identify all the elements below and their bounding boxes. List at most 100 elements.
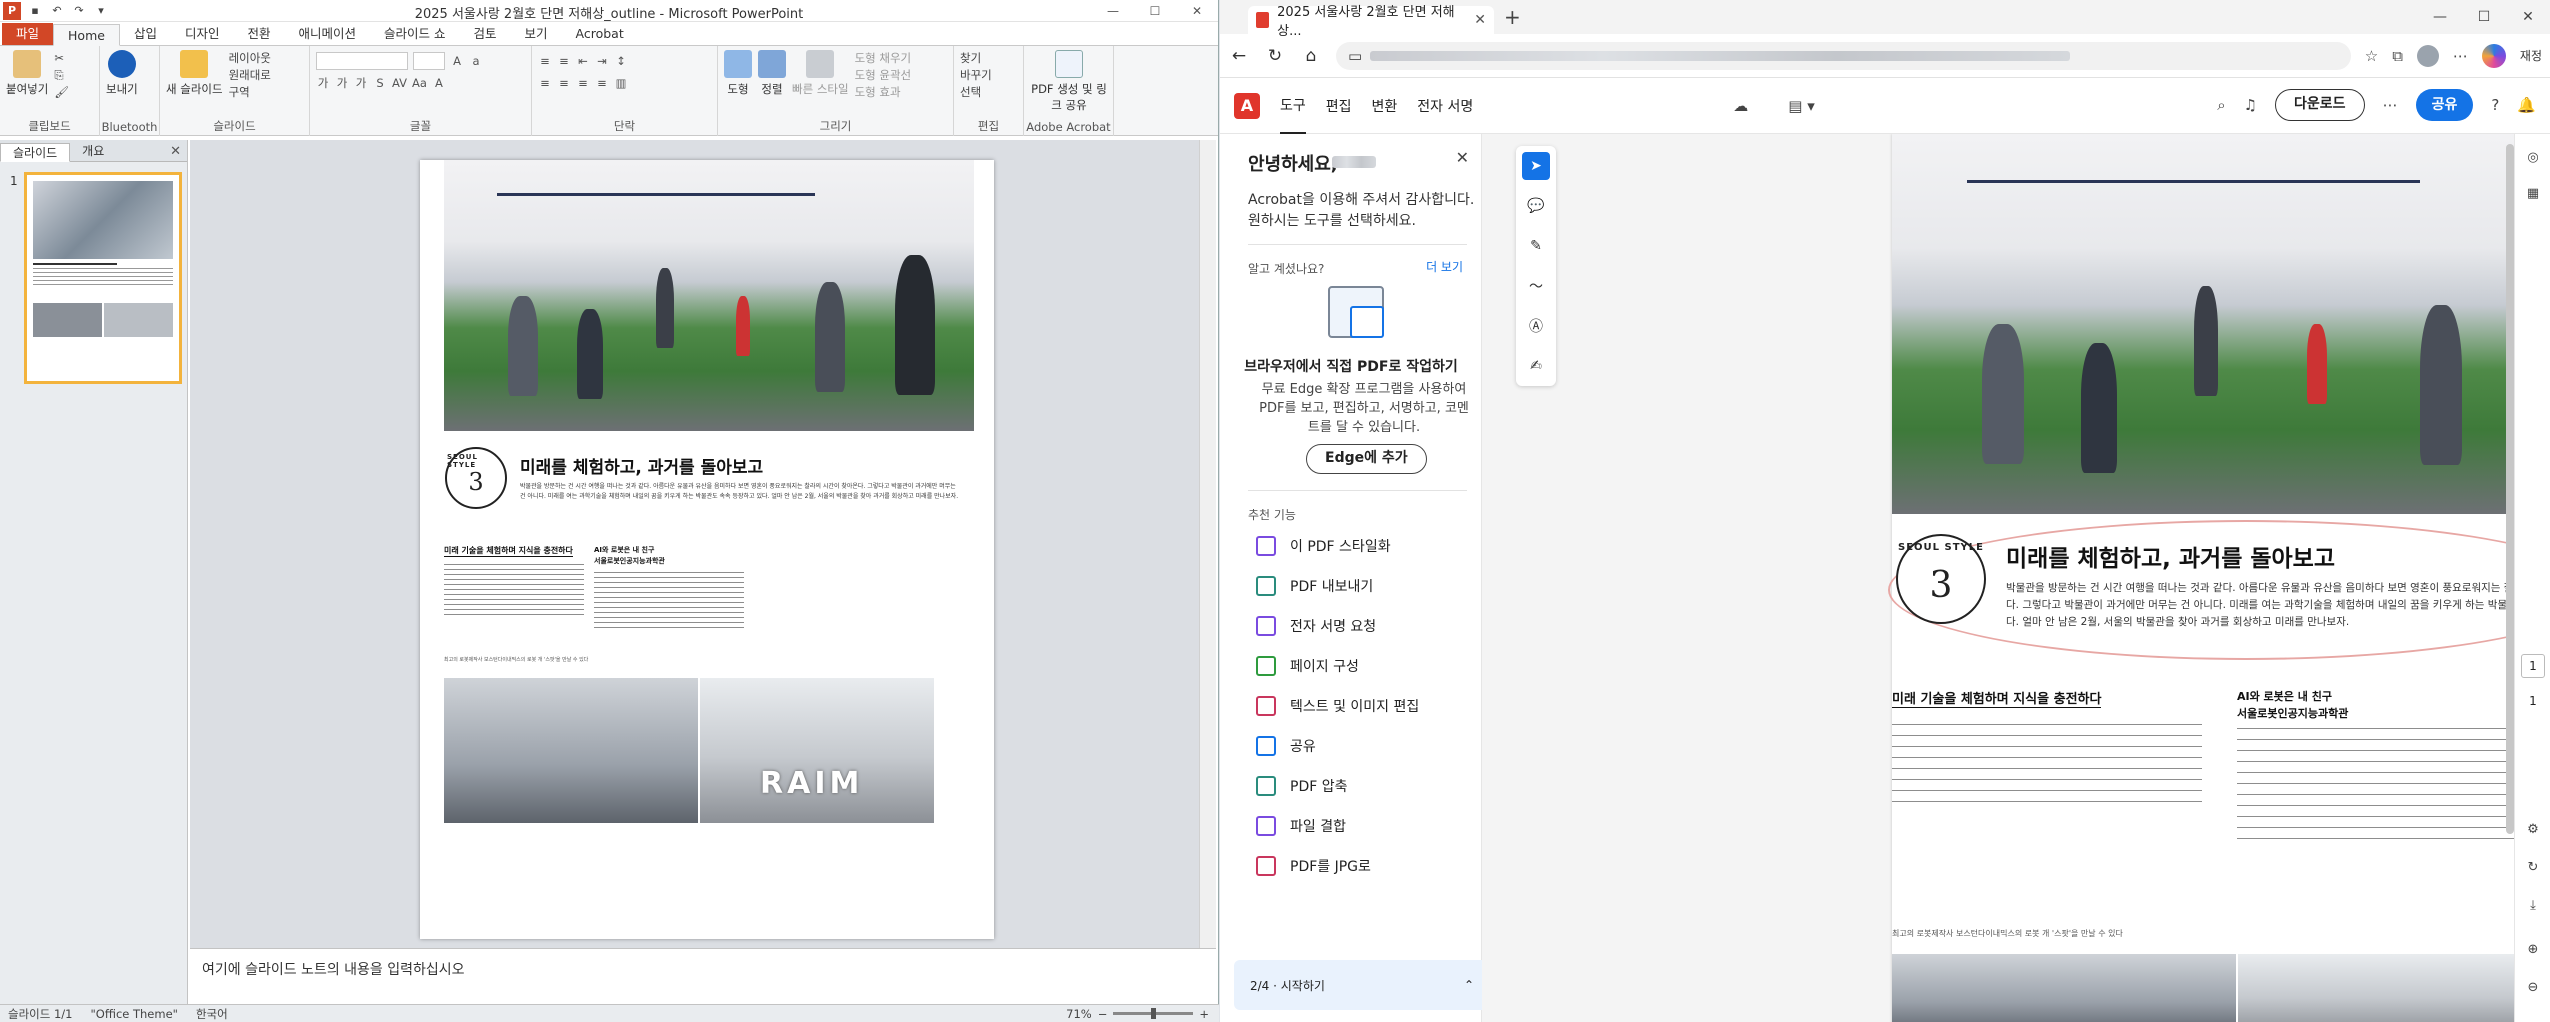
menu-edit[interactable]: 편집 [1326, 78, 1352, 134]
feature-combine[interactable]: 파일 결합 [1256, 816, 1346, 836]
font-size-input[interactable] [413, 52, 445, 70]
create-pdf-button[interactable]: PDF 생성 및 링크 공유 [1030, 50, 1108, 113]
browser-tab[interactable]: 2025 서울사랑 2월호 단면 저해상... ✕ [1248, 5, 1494, 39]
close-icon[interactable]: ✕ [2506, 0, 2550, 34]
ai-assistant-icon[interactable]: ◎ [2524, 150, 2542, 168]
search-icon[interactable]: ⌕ [2217, 96, 2225, 114]
back-icon[interactable]: ← [1228, 46, 1250, 66]
collections-icon[interactable]: ⧉ [2392, 47, 2403, 65]
decrease-indent-icon[interactable]: ⇤ [576, 54, 590, 68]
slide-scrollbar[interactable] [1199, 140, 1216, 948]
spacing-icon[interactable]: AV [392, 76, 407, 90]
shrink-font-icon[interactable]: a [469, 54, 483, 68]
bullets-icon[interactable]: ≡ [538, 54, 552, 68]
shapes-button[interactable]: 도형 [724, 50, 752, 97]
font-color-icon[interactable]: A [432, 76, 446, 90]
quick-styles-button[interactable]: 빠른 스타일 [792, 50, 849, 97]
url-input[interactable]: ▭ [1336, 41, 2351, 70]
home-icon[interactable]: ⌂ [1300, 46, 1322, 66]
more-link[interactable]: 더 보기 [1426, 258, 1463, 275]
help-icon[interactable]: ? [2491, 96, 2499, 114]
slide-canvas[interactable]: SEOUL STYLE 3 미래를 체험하고, 과거를 돌아보고 박물관을 방문… [420, 160, 994, 939]
zoom-in-icon[interactable]: + [1199, 1007, 1209, 1021]
text-box-icon[interactable]: Ⓐ [1522, 312, 1550, 340]
increase-indent-icon[interactable]: ⇥ [595, 54, 609, 68]
add-comment-icon[interactable]: 💬 [1522, 192, 1550, 220]
align-right-icon[interactable]: ≡ [576, 76, 590, 90]
replace-button[interactable]: 바꾸기 [960, 67, 1017, 84]
columns-icon[interactable]: ▥ [614, 76, 628, 90]
justify-icon[interactable]: ≡ [595, 76, 609, 90]
pdf-page[interactable]: SEOUL STYLE 3 미래를 체험하고, 과거를 돌아보고 박물관을 방문… [1888, 134, 2514, 1022]
download-page-icon[interactable]: ⤓ [2524, 898, 2542, 916]
favorites-icon[interactable]: ☆ [2365, 47, 2378, 65]
tab-view[interactable]: 보기 [511, 23, 562, 45]
grow-font-icon[interactable]: A [450, 54, 464, 68]
feature-export[interactable]: PDF 내보내기 [1256, 576, 1373, 596]
feature-stylize[interactable]: 이 PDF 스타일화 [1256, 536, 1391, 556]
read-aloud-icon[interactable]: ♫ [2244, 96, 2257, 114]
zoom-control[interactable]: 71% − + [1066, 1007, 1209, 1021]
document-menu-icon[interactable]: ▤ ▾ [1788, 97, 1814, 115]
new-tab-icon[interactable]: + [1504, 5, 1521, 29]
close-tab-icon[interactable]: ✕ [1474, 12, 1486, 28]
case-icon[interactable]: Aa [412, 76, 427, 90]
tab-file[interactable]: 파일 [2, 23, 54, 45]
tab-review[interactable]: 검토 [459, 23, 510, 45]
profile-avatar[interactable] [2416, 44, 2439, 67]
tab-slides[interactable]: 슬라이드 [0, 143, 71, 162]
align-left-icon[interactable]: ≡ [538, 76, 552, 90]
chevron-up-icon[interactable]: ⌃ [1464, 978, 1474, 992]
tab-slideshow[interactable]: 슬라이드 쇼 [370, 23, 459, 45]
pdf-scrollbar[interactable] [2506, 144, 2514, 834]
zoom-level[interactable]: 71% [1066, 1007, 1092, 1021]
undo-icon[interactable]: ↶ [49, 3, 65, 19]
tab-home[interactable]: Home [53, 24, 120, 46]
save-icon[interactable]: ▪ [27, 3, 43, 19]
share-button[interactable]: 공유 [2415, 89, 2474, 121]
align-center-icon[interactable]: ≡ [557, 76, 571, 90]
feature-request-sign[interactable]: 전자 서명 요청 [1256, 616, 1376, 636]
tab-acrobat[interactable]: Acrobat [562, 23, 638, 45]
menu-tools[interactable]: 도구 [1280, 78, 1306, 134]
download-button[interactable]: 다운로드 [2275, 89, 2365, 121]
page-number-input[interactable]: 1 [2521, 654, 2545, 678]
feature-compress[interactable]: PDF 압축 [1256, 776, 1348, 796]
shadow-icon[interactable]: S [373, 76, 387, 90]
acrobat-logo-icon[interactable]: A [1234, 92, 1260, 119]
italic-icon[interactable]: 가 [335, 75, 349, 91]
bold-icon[interactable]: 가 [316, 75, 330, 91]
page-thumbnails-icon[interactable]: ▦ [2524, 186, 2542, 204]
rotate-icon[interactable]: ↻ [2524, 860, 2542, 878]
tab-animations[interactable]: 애니메이션 [284, 23, 370, 45]
arrange-button[interactable]: 정렬 [758, 50, 786, 97]
select-button[interactable]: 선택 [960, 84, 1017, 101]
new-slide-button[interactable]: 새 슬라이드 [166, 50, 223, 97]
feature-pdf-to-jpg[interactable]: PDF를 JPG로 [1256, 856, 1371, 876]
add-to-edge-button[interactable]: Edge에 추가 [1306, 444, 1427, 474]
powerpoint-logo-icon[interactable]: P [3, 1, 21, 20]
font-name-input[interactable] [316, 52, 408, 70]
menu-convert[interactable]: 변환 [1372, 78, 1398, 134]
tab-insert[interactable]: 삽입 [120, 23, 171, 45]
tab-transitions[interactable]: 전환 [233, 23, 284, 45]
feature-organize[interactable]: 페이지 구성 [1256, 656, 1359, 676]
maximize-icon[interactable]: ☐ [2462, 0, 2506, 34]
tab-design[interactable]: 디자인 [171, 23, 234, 45]
copilot-icon[interactable] [2481, 43, 2506, 68]
bluetooth-send-button[interactable]: 보내기 [106, 50, 138, 97]
feature-edit[interactable]: 텍스트 및 이미지 편집 [1256, 696, 1419, 716]
highlight-pen-icon[interactable]: ✎ [1522, 232, 1550, 260]
close-icon[interactable]: ✕ [1176, 0, 1218, 22]
fill-sign-icon[interactable]: ✍ [1522, 352, 1550, 380]
minimize-icon[interactable]: — [2418, 0, 2462, 34]
zoom-out-icon[interactable]: ⊖ [2524, 980, 2542, 998]
minimize-icon[interactable]: — [1092, 0, 1134, 22]
getting-started-bar[interactable]: 2/4 · 시작하기 ⌃ [1234, 960, 1490, 1010]
close-panel-icon[interactable]: ✕ [1456, 148, 1469, 167]
sync-label[interactable]: 재정 [2520, 47, 2542, 64]
paste-button[interactable]: 붙여넣기 [6, 50, 48, 97]
select-cursor-icon[interactable]: ➤ [1522, 152, 1550, 180]
zoom-out-icon[interactable]: − [1098, 1007, 1108, 1021]
refresh-icon[interactable]: ↻ [1264, 46, 1286, 66]
